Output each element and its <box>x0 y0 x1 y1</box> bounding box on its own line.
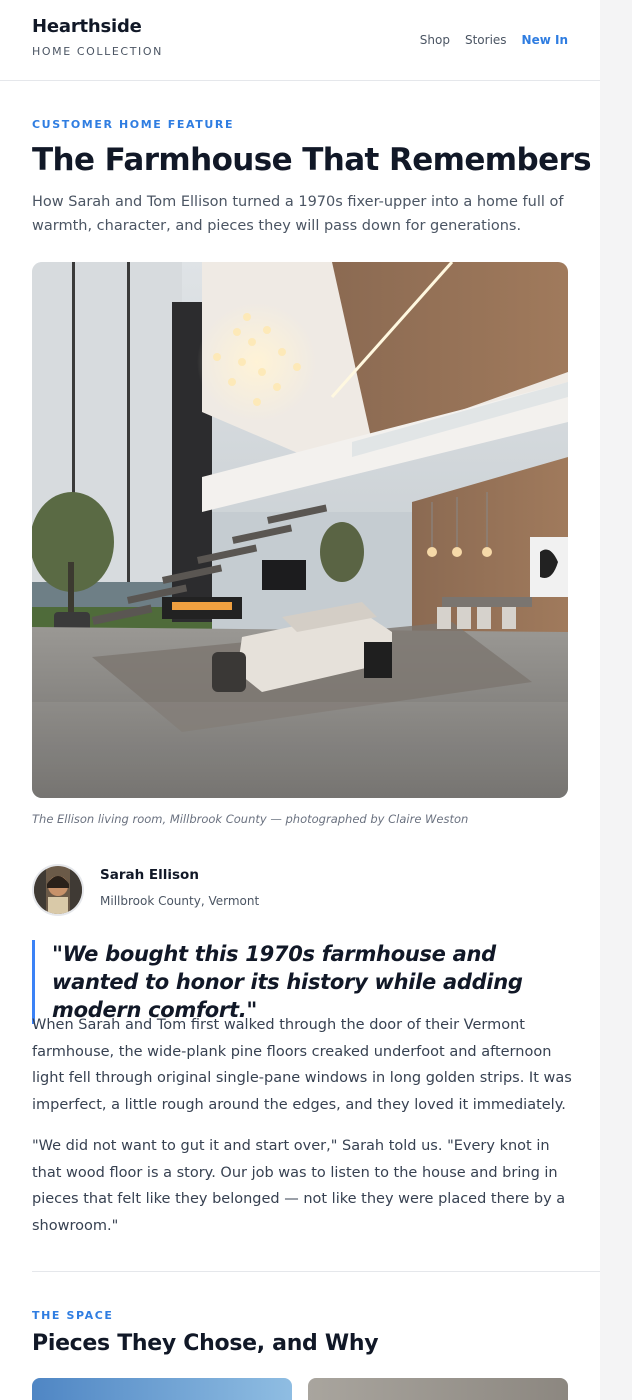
nav-shop[interactable]: Shop <box>420 33 450 47</box>
nav-stories[interactable]: Stories <box>465 33 507 47</box>
article-eyebrow: CUSTOMER HOME FEATURE <box>32 118 235 131</box>
body-paragraph-1: When Sarah and Tom first walked through … <box>32 1017 572 1113</box>
main-nav: Shop Stories New In <box>420 33 568 47</box>
brand-name[interactable]: Hearthside <box>32 16 142 37</box>
nav-new-in[interactable]: New In <box>522 33 568 47</box>
site-header: Hearthside HOME COLLECTION Shop Stories … <box>0 0 600 81</box>
section-title: Pieces They Chose, and Why <box>32 1331 379 1356</box>
author-location: Millbrook County, Vermont <box>100 894 260 908</box>
photo-caption: The Ellison living room, Millbrook Count… <box>32 812 469 826</box>
section-divider <box>32 1271 600 1272</box>
brand-tagline: HOME COLLECTION <box>32 45 163 58</box>
article-dek: How Sarah and Tom Ellison turned a 1970s… <box>32 194 564 234</box>
author-name: Sarah Ellison <box>100 867 199 883</box>
section-eyebrow: THE SPACE <box>32 1309 114 1322</box>
hero-photo <box>32 262 568 798</box>
author-avatar <box>32 864 84 916</box>
article-title: The Farmhouse That Remembers <box>32 142 592 178</box>
body-paragraph-2: "We did not want to gut it and start ove… <box>32 1138 566 1234</box>
product-card-image[interactable] <box>32 1378 292 1400</box>
page: Hearthside HOME COLLECTION Shop Stories … <box>0 0 600 1400</box>
product-card-image[interactable] <box>308 1378 568 1400</box>
